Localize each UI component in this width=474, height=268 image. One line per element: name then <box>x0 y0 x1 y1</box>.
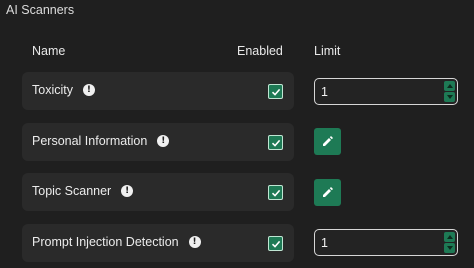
info-icon[interactable]: ! <box>188 236 201 248</box>
caret-up-icon <box>446 84 453 88</box>
scanner-row-topic-scanner: Topic Scanner ! <box>22 173 294 211</box>
column-header-enabled: Enabled <box>237 44 283 58</box>
limit-stepper-prompt-injection-detection[interactable]: 1 <box>314 229 458 256</box>
scanner-name: Prompt Injection Detection <box>32 235 179 249</box>
scanner-row-prompt-injection-detection: Prompt Injection Detection ! <box>22 224 294 262</box>
info-icon[interactable]: ! <box>121 185 134 197</box>
check-icon <box>271 189 280 197</box>
scanner-row-toxicity: Toxicity ! <box>22 72 294 110</box>
enabled-checkbox-prompt-injection-detection[interactable] <box>268 236 283 251</box>
decrement-button[interactable] <box>444 92 455 102</box>
decrement-button[interactable] <box>444 243 455 253</box>
column-header-limit: Limit <box>314 44 341 58</box>
enabled-checkbox-toxicity[interactable] <box>268 84 283 99</box>
edit-button-personal-information[interactable] <box>314 128 341 155</box>
limit-value: 1 <box>321 85 328 99</box>
column-header-name: Name <box>32 44 66 58</box>
scanner-name: Toxicity <box>32 83 73 97</box>
check-icon <box>271 88 280 96</box>
caret-down-icon <box>446 95 453 99</box>
increment-button[interactable] <box>444 232 455 242</box>
pencil-icon <box>323 187 333 197</box>
check-icon <box>271 240 280 248</box>
scanner-name: Personal Information <box>32 134 148 148</box>
limit-value: 1 <box>321 236 328 250</box>
scanner-row-personal-information: Personal Information ! <box>22 123 294 161</box>
caret-up-icon <box>446 235 453 239</box>
info-icon[interactable]: ! <box>82 84 95 96</box>
check-icon <box>271 139 280 147</box>
enabled-checkbox-topic-scanner[interactable] <box>268 185 283 200</box>
caret-down-icon <box>446 246 453 250</box>
limit-stepper-toxicity[interactable]: 1 <box>314 78 458 105</box>
info-icon[interactable]: ! <box>157 135 170 147</box>
pencil-icon <box>323 136 333 146</box>
increment-button[interactable] <box>444 81 455 91</box>
edit-button-topic-scanner[interactable] <box>314 179 341 206</box>
section-title: AI Scanners <box>6 3 75 17</box>
enabled-checkbox-personal-information[interactable] <box>268 135 283 150</box>
scanner-name: Topic Scanner <box>32 184 112 198</box>
